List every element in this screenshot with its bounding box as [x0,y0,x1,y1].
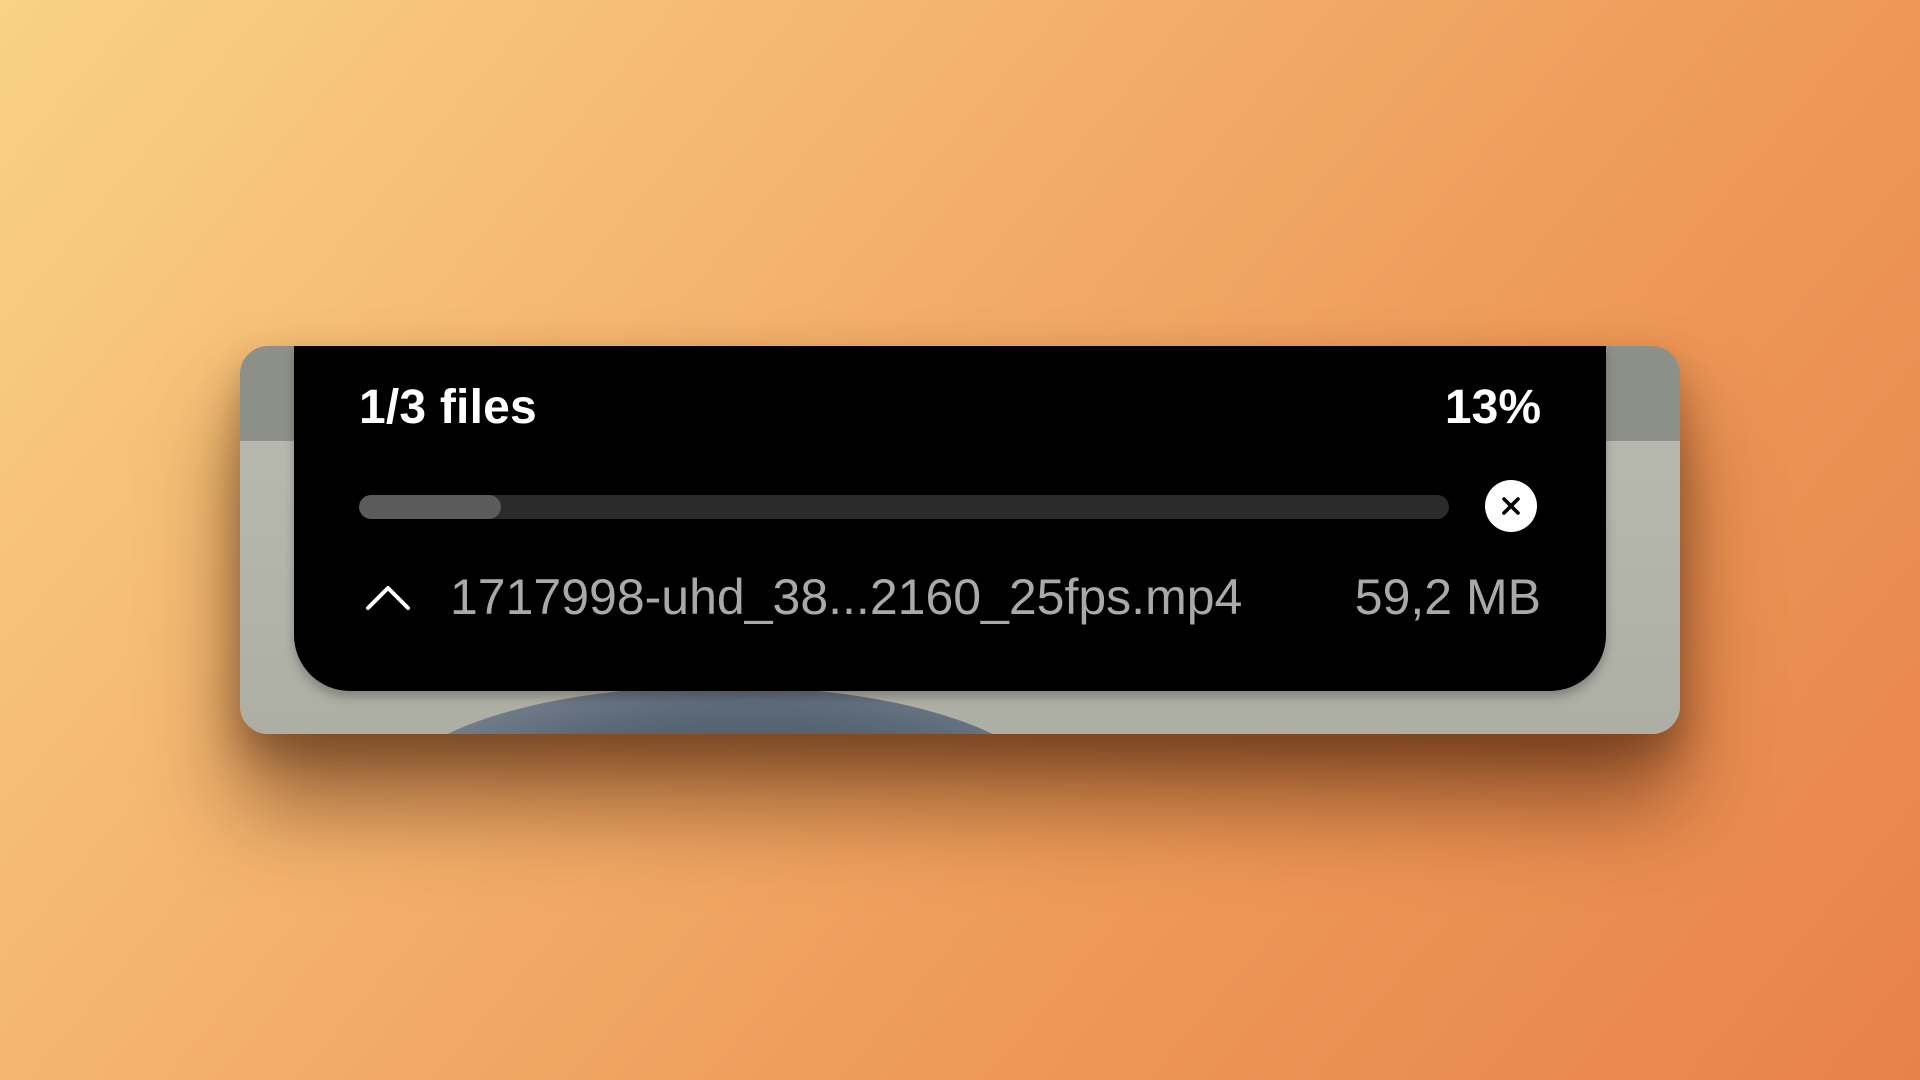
upload-progress-panel: 1/3 files 13% 1717998-uhd_38...2160_25fp… [294,346,1606,691]
current-file-name: 1717998-uhd_38...2160_25fps.mp4 [450,569,1243,625]
progress-bar [359,495,1449,519]
close-icon [1502,497,1520,515]
progress-percent-label: 13% [1444,381,1541,434]
expand-file-list-button[interactable] [364,574,412,622]
current-file-size: 59,2 MB [1354,569,1541,625]
chevron-up-icon [366,586,410,610]
cancel-upload-button[interactable] [1485,480,1537,532]
progress-bar-fill [359,495,501,519]
files-count-label: 1/3 files [359,381,537,434]
background-video-thumbnail [390,686,1050,734]
upload-widget: 1/3 files 13% 1717998-uhd_38...2160_25fp… [240,346,1680,734]
